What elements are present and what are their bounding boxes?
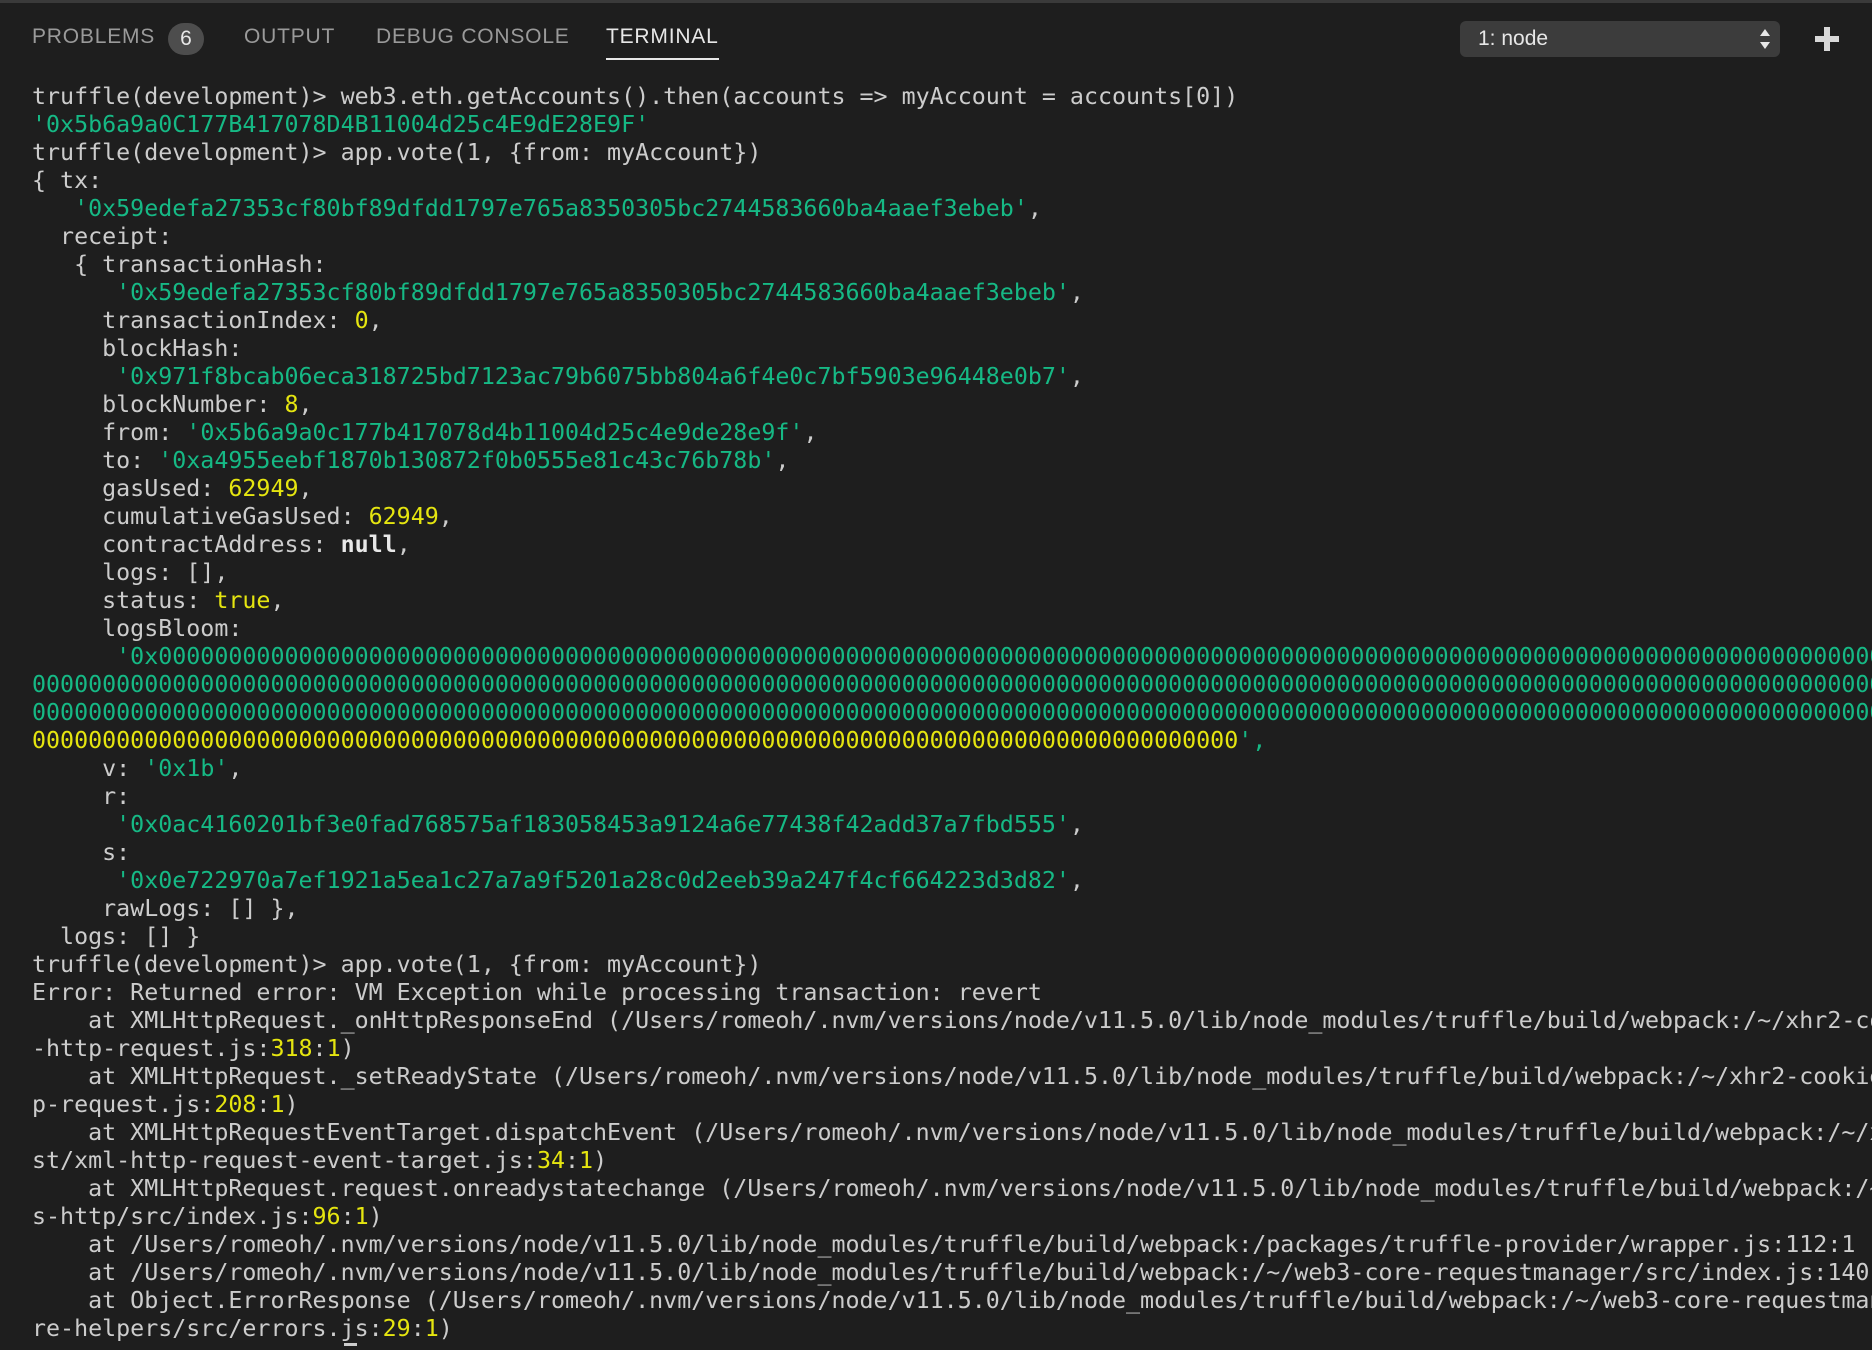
terminal-line: truffle(development)> app.vote(1, {from:… xyxy=(32,951,762,978)
tab-debug-console[interactable]: DEBUG CONSOLE xyxy=(376,25,570,49)
terminal-line: re-helpers/src/errors.js:29:1) xyxy=(32,1315,453,1342)
terminal-line: transactionIndex: 0, xyxy=(32,307,383,334)
terminal-line: 0000000000000000000000000000000000000000… xyxy=(32,699,1872,726)
terminal-line: p-request.js:208:1) xyxy=(32,1091,299,1118)
terminal-line: blockNumber: 8, xyxy=(32,391,313,418)
terminal-line: logs: [], xyxy=(32,559,229,586)
terminal-line: truffle(development)> app.vote(1, {from:… xyxy=(32,139,762,166)
terminal-line: { transactionHash: xyxy=(32,251,327,278)
terminal-line: at Object.ErrorResponse (/Users/romeoh/.… xyxy=(32,1287,1872,1314)
terminal-line: at /Users/romeoh/.nvm/versions/node/v11.… xyxy=(32,1231,1856,1258)
terminal-cursor-line xyxy=(32,1343,357,1350)
terminal-line: s: xyxy=(32,839,131,866)
terminal-line: to: '0xa4955eebf1870b130872f0b0555e81c43… xyxy=(32,447,790,474)
terminal-cursor xyxy=(344,1343,357,1346)
terminal-line: v: '0x1b', xyxy=(32,755,243,782)
terminal-instance-select[interactable]: 1: node xyxy=(1460,21,1780,57)
terminal-line: 0000000000000000000000000000000000000000… xyxy=(32,727,1267,754)
terminal-line: gasUsed: 62949, xyxy=(32,475,313,502)
tab-problems[interactable]: PROBLEMS xyxy=(32,25,155,49)
terminal-line: receipt: xyxy=(32,223,173,250)
terminal-line: -http-request.js:318:1) xyxy=(32,1035,355,1062)
terminal-output[interactable]: truffle(development)> web3.eth.getAccoun… xyxy=(0,83,1872,1350)
terminal-line: at XMLHttpRequest.request.onreadystatech… xyxy=(32,1175,1872,1202)
terminal-line: at XMLHttpRequestEventTarget.dispatchEve… xyxy=(32,1119,1872,1146)
panel-tab-bar: PROBLEMS 6 OUTPUT DEBUG CONSOLE TERMINAL… xyxy=(0,3,1872,73)
terminal-line: s-http/src/index.js:96:1) xyxy=(32,1203,383,1230)
terminal-line: blockHash: xyxy=(32,335,243,362)
terminal-line: Error: Returned error: VM Exception whil… xyxy=(32,979,1042,1006)
terminal-line: '0x971f8bcab06eca318725bd7123ac79b6075bb… xyxy=(116,363,1084,390)
terminal-instance-label: 1: node xyxy=(1478,27,1549,50)
terminal-line: at /Users/romeoh/.nvm/versions/node/v11.… xyxy=(32,1259,1870,1286)
terminal-line: '0x59edefa27353cf80bf89dfdd1797e765a8350… xyxy=(116,279,1084,306)
terminal-line: r: xyxy=(32,783,131,810)
terminal-line: logsBloom: xyxy=(32,615,243,642)
terminal-line: logs: [] } xyxy=(32,923,201,950)
tab-output[interactable]: OUTPUT xyxy=(244,25,335,49)
tab-terminal-label: TERMINAL xyxy=(606,25,719,48)
terminal-line: '0x59edefa27353cf80bf89dfdd1797e765a8350… xyxy=(74,195,1042,222)
terminal-line: rawLogs: [] }, xyxy=(32,895,299,922)
plus-icon[interactable] xyxy=(1813,25,1841,53)
terminal-line: '0x5b6a9a0C177B417078D4B11004d25c4E9dE28… xyxy=(32,111,650,138)
terminal-line: cumulativeGasUsed: 62949, xyxy=(32,503,453,530)
problems-count-badge: 6 xyxy=(168,23,204,55)
terminal-line: truffle(development)> web3.eth.getAccoun… xyxy=(32,83,1239,110)
active-tab-indicator xyxy=(606,58,719,60)
terminal-line: at XMLHttpRequest._onHttpResponseEnd (/U… xyxy=(32,1007,1872,1034)
terminal-line: status: true, xyxy=(32,587,285,614)
terminal-line: '0x0000000000000000000000000000000000000… xyxy=(116,643,1872,670)
terminal-line: '0x0e722970a7ef1921a5ea1c27a7a9f5201a28c… xyxy=(116,867,1084,894)
terminal-line: contractAddress: null, xyxy=(32,531,411,558)
terminal-line: 0000000000000000000000000000000000000000… xyxy=(32,671,1872,698)
terminal-line: st/xml-http-request-event-target.js:34:1… xyxy=(32,1147,608,1174)
updown-arrows-icon xyxy=(1758,26,1772,52)
terminal-line: { tx: xyxy=(32,167,103,194)
terminal-line: from: '0x5b6a9a0c177b417078d4b11004d25c4… xyxy=(32,419,818,446)
terminal-line: '0x0ac4160201bf3e0fad768575af183058453a9… xyxy=(116,811,1084,838)
tab-terminal[interactable]: TERMINAL xyxy=(606,25,719,60)
terminal-line: at XMLHttpRequest._setReadyState (/Users… xyxy=(32,1063,1872,1090)
